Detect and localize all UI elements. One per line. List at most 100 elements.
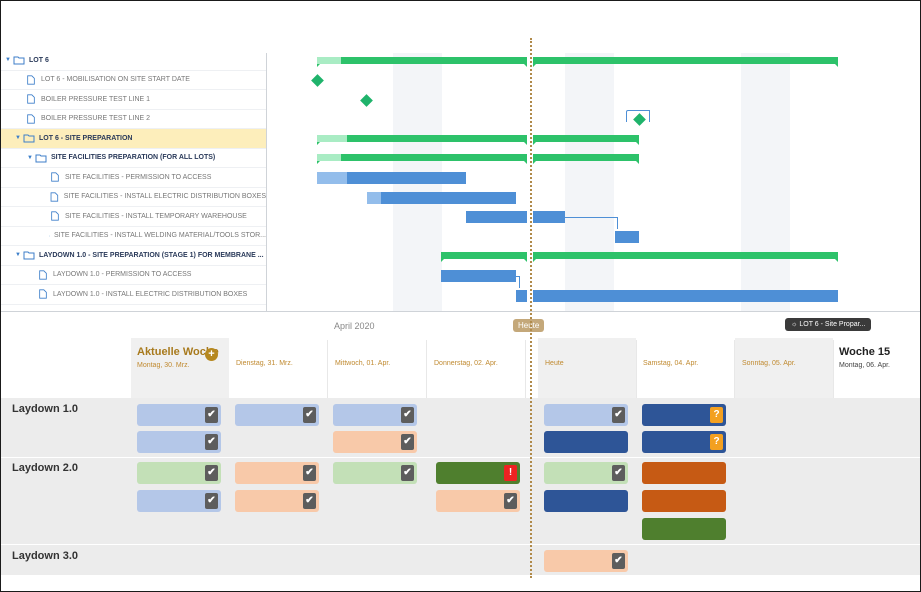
check-icon[interactable]: ✔ [504,493,517,509]
task-card[interactable]: ✔ [235,490,319,512]
file-icon [49,235,50,237]
task-card[interactable]: ✔ [333,431,417,453]
bar-progress [317,154,341,161]
task-card[interactable]: ✔ [333,404,417,426]
tree-row-task[interactable]: BOILER PRESSURE TEST LINE 1 [1,90,266,110]
folder-open-icon [35,154,47,163]
check-icon[interactable]: ✔ [303,407,316,423]
chevron-down-icon[interactable]: ▼ [5,57,13,63]
check-icon[interactable]: ✔ [612,465,625,481]
task-bar[interactable] [441,270,516,282]
tree-row-site-facilities-preparation[interactable]: ▼ SITE FACILITIES PREPARATION (FOR ALL L… [1,149,266,168]
milestone-diamond[interactable] [311,74,324,87]
day-header: Sonntag, 05. Apr. [735,340,834,398]
task-card[interactable]: ✔ [137,490,221,512]
tree-row-laydown-1-site-preparation[interactable]: ▼ LAYDOWN 1.0 - SITE PREPARATION (STAGE … [1,246,266,266]
check-icon[interactable]: ✔ [612,553,625,569]
folder-open-icon [23,251,35,260]
task-card[interactable]: ? [642,431,726,453]
task-card[interactable]: ! [436,462,520,484]
tree-row-lot-6[interactable]: ▼ LOT 6 [1,51,266,71]
task-card[interactable] [642,462,726,484]
task-bar[interactable] [533,290,838,302]
today-chip[interactable]: Heute [513,319,545,332]
tree-row-label: SITE FACILITIES - INSTALL ELECTRIC DISTR… [63,193,266,201]
add-icon[interactable]: + [205,348,218,361]
check-icon[interactable]: ✔ [205,434,218,450]
task-card[interactable]: ✔ [436,490,520,512]
task-card[interactable]: ✔ [544,404,628,426]
summary-bar[interactable] [317,135,527,145]
tree-splitter[interactable] [266,53,267,311]
chevron-down-icon[interactable]: ▼ [15,252,23,258]
lane-label: Laydown 3.0 [12,550,79,562]
tree-row-task[interactable]: SITE FACILITIES - PERMISSION TO ACCESS [1,168,266,188]
tree-row-label: LAYDOWN 1.0 - PERMISSION TO ACCESS [53,271,192,279]
check-icon[interactable]: ✔ [205,465,218,481]
check-icon[interactable]: ✔ [205,493,218,509]
splitter[interactable] [1,311,920,312]
check-icon[interactable]: ✔ [401,434,414,450]
summary-bar[interactable] [533,154,639,164]
milestone-diamond[interactable] [360,94,373,107]
check-icon[interactable]: ✔ [303,493,316,509]
lot-chip[interactable]: ☼ LOT 6 - Site Propar... [785,318,872,331]
tree-row-lot-6-site-preparation[interactable]: ▼ LOT 6 - SITE PREPARATION [1,129,266,149]
lot-chip-label: LOT 6 - Site Propar... [799,321,866,328]
task-card[interactable]: ✔ [137,462,221,484]
check-icon[interactable]: ✔ [612,407,625,423]
task-card[interactable]: ✔ [544,550,628,572]
summary-bar[interactable] [533,135,639,145]
tree-row-label: LAYDOWN 1.0 - INSTALL ELECTRIC DISTRIBUT… [53,290,248,298]
tree-row-label: SITE FACILITIES - PERMISSION TO ACCESS [65,173,212,181]
tree-row-task[interactable]: SITE FACILITIES - INSTALL ELECTRIC DISTR… [1,188,266,207]
task-bar[interactable] [533,211,565,223]
check-icon[interactable]: ✔ [303,465,316,481]
day-header: Samstag, 04. Apr. [636,340,735,398]
tree-row-task[interactable]: SITE FACILITIES - INSTALL WELDING MATERI… [1,227,266,246]
check-icon[interactable]: ✔ [401,407,414,423]
summary-bar[interactable] [317,154,527,164]
chevron-down-icon[interactable]: ▼ [15,135,23,141]
file-icon [39,270,47,280]
task-card[interactable] [544,490,628,512]
lane-label: Laydown 1.0 [12,403,79,415]
task-card[interactable]: ✔ [544,462,628,484]
tree-row-label: LOT 6 - MOBILISATION ON SITE START DATE [41,76,190,84]
check-icon[interactable]: ✔ [401,465,414,481]
file-icon [51,211,59,221]
check-icon[interactable]: ✔ [205,407,218,423]
task-board: April 2020 Heute ☼ LOT 6 - Site Propar..… [1,311,920,591]
question-icon[interactable]: ? [710,434,723,450]
summary-bar[interactable] [441,252,527,262]
task-card[interactable]: ? [642,404,726,426]
task-bar[interactable] [516,290,527,302]
tree-row-task[interactable]: BOILER PRESSURE TEST LINE 2 [1,110,266,129]
file-icon [39,289,47,299]
task-card[interactable]: ✔ [235,462,319,484]
task-card[interactable]: ✔ [333,462,417,484]
task-bar[interactable] [466,211,527,223]
task-bar[interactable] [367,192,516,204]
task-card[interactable] [642,518,726,540]
chevron-down-icon[interactable]: ▼ [27,155,35,161]
tree-row-task[interactable]: LAYDOWN 1.0 - PERMISSION TO ACCESS [1,266,266,285]
question-icon[interactable]: ? [710,407,723,423]
tree-row-task[interactable]: SITE FACILITIES - INSTALL TEMPORARY WARE… [1,207,266,227]
summary-bar[interactable] [533,57,838,67]
alert-icon[interactable]: ! [504,465,517,481]
summary-bar[interactable] [533,252,838,262]
task-card[interactable]: ✔ [235,404,319,426]
tree-row-task[interactable]: LAYDOWN 1.0 - INSTALL ELECTRIC DISTRIBUT… [1,285,266,305]
tree-row-label: LOT 6 [29,56,49,64]
task-bar[interactable] [615,231,639,243]
task-card[interactable]: ✔ [137,404,221,426]
task-card[interactable] [642,490,726,512]
task-card[interactable]: ✔ [137,431,221,453]
tree-row-task[interactable]: LOT 6 - MOBILISATION ON SITE START DATE [1,71,266,90]
day-header-today: Heute [538,340,637,398]
task-bar[interactable] [317,172,466,184]
summary-bar[interactable] [317,57,527,67]
file-icon [27,114,35,124]
task-card[interactable] [544,431,628,453]
